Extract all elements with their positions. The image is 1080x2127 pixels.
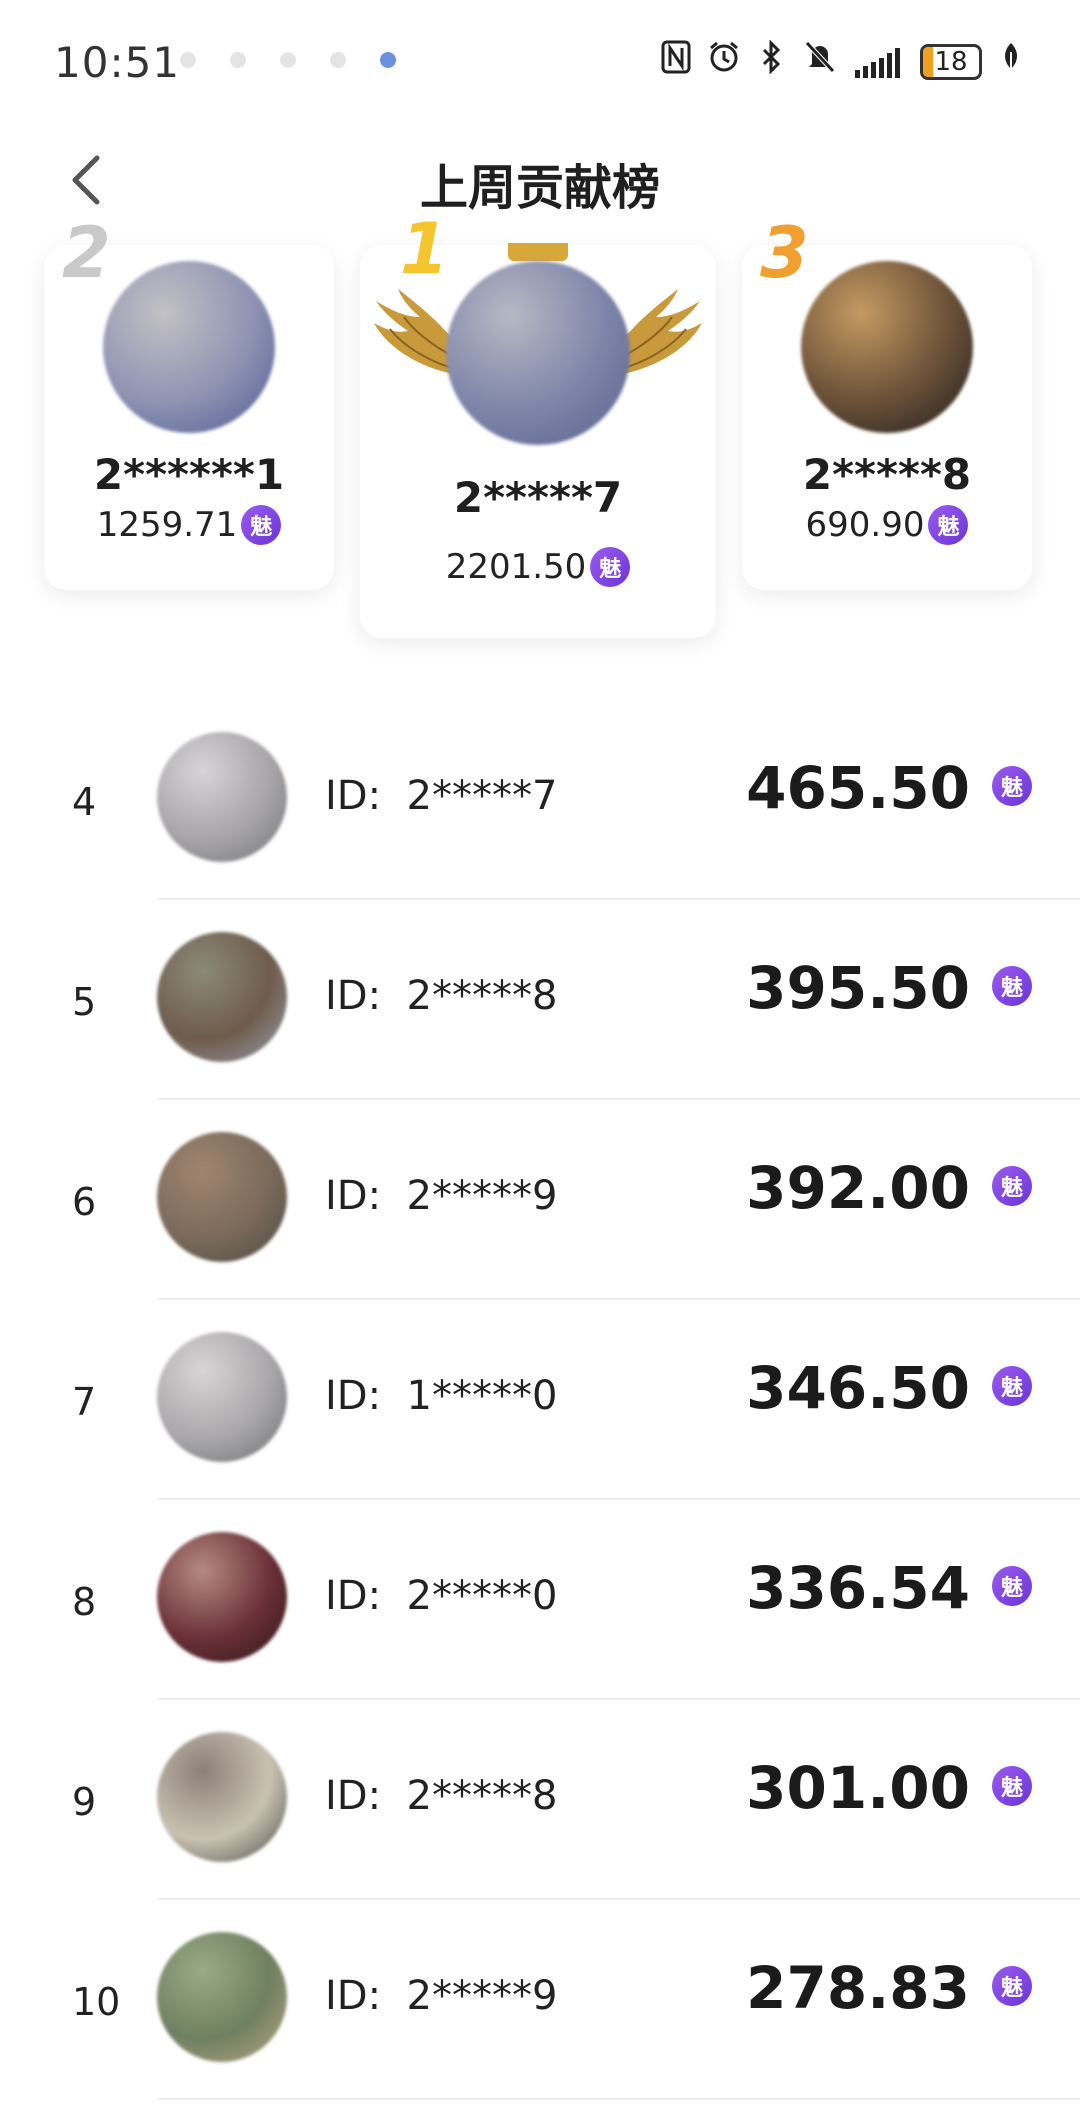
crown-icon xyxy=(508,243,568,261)
score: 301.00 xyxy=(746,1754,970,1822)
avatar[interactable] xyxy=(157,932,287,1062)
score: 395.50 xyxy=(746,954,970,1022)
status-bar: 10:51 18 xyxy=(0,0,1080,120)
user-id: ID: 2*****7 xyxy=(325,773,558,819)
charm-coin-icon: 魅 xyxy=(992,1766,1032,1806)
charm-coin-icon: 魅 xyxy=(992,966,1032,1006)
rank-number: 10 xyxy=(72,1980,121,2024)
notification-dot-icon xyxy=(230,52,246,68)
user-id: ID: 2*****9 xyxy=(325,1973,558,2019)
notification-dot-icon xyxy=(280,52,296,68)
list-item[interactable]: 7 ID: 1*****0 346.50 魅 xyxy=(0,1300,1080,1500)
avatar[interactable] xyxy=(157,1532,287,1662)
podium-username: 2******1 xyxy=(93,450,285,499)
podium-score-row: 1259.71 魅 xyxy=(44,505,334,545)
rank-number: 4 xyxy=(72,780,97,824)
podium-username: 2*****8 xyxy=(802,450,972,499)
podium-score-row: 2201.50 魅 xyxy=(360,547,716,587)
list-item[interactable]: 5 ID: 2*****8 395.50 魅 xyxy=(0,900,1080,1100)
avatar[interactable] xyxy=(801,261,973,433)
podium: 2 2******1 1259.71 魅 1 2*****7 2201.50 魅… xyxy=(0,214,1080,645)
signal-icon xyxy=(855,46,900,78)
user-id: ID: 2*****8 xyxy=(325,1773,558,1819)
charm-coin-icon: 魅 xyxy=(241,505,282,545)
app-header: 上周贡献榜 xyxy=(0,120,1080,240)
user-id: ID: 2*****0 xyxy=(325,1573,558,1619)
score: 392.00 xyxy=(746,1154,970,1222)
avatar[interactable] xyxy=(157,732,287,862)
user-id: ID: 1*****0 xyxy=(325,1373,558,1419)
charm-coin-icon: 魅 xyxy=(590,547,631,587)
podium-score: 690.90 xyxy=(805,505,925,545)
score: 346.50 xyxy=(746,1354,970,1422)
podium-card-rank-1[interactable]: 1 2*****7 2201.50 魅 xyxy=(360,214,716,638)
avatar[interactable] xyxy=(157,1932,287,2062)
podium-username: 2*****7 xyxy=(453,473,623,522)
avatar[interactable] xyxy=(446,261,630,445)
score: 278.83 xyxy=(746,1954,970,2022)
mute-icon xyxy=(801,40,839,83)
bluetooth-icon xyxy=(753,39,791,83)
user-id: ID: 2*****8 xyxy=(325,973,558,1019)
podium-score: 1259.71 xyxy=(96,505,238,545)
podium-score: 2201.50 xyxy=(445,547,587,587)
score: 336.54 xyxy=(746,1554,970,1622)
score: 465.50 xyxy=(746,754,970,822)
divider xyxy=(158,2098,1080,2100)
ranking-list: 4 ID: 2*****7 465.50 魅 5 ID: 2*****8 395… xyxy=(0,700,1080,2100)
charm-coin-icon: 魅 xyxy=(992,1166,1032,1206)
charm-coin-icon: 魅 xyxy=(992,1966,1032,2006)
rank-number: 9 xyxy=(72,1780,97,1824)
avatar[interactable] xyxy=(103,261,275,433)
charm-coin-icon: 魅 xyxy=(928,505,969,545)
rank-badge: 1 xyxy=(400,208,449,290)
podium-card-rank-2[interactable]: 2 2******1 1259.71 魅 xyxy=(44,218,334,590)
rank-number: 7 xyxy=(72,1380,97,1424)
status-icons: 18 xyxy=(657,39,1030,83)
charm-coin-icon: 魅 xyxy=(992,1366,1032,1406)
avatar[interactable] xyxy=(157,1732,287,1862)
notification-icons xyxy=(180,52,396,68)
nfc-icon xyxy=(657,40,695,83)
list-item[interactable]: 8 ID: 2*****0 336.54 魅 xyxy=(0,1500,1080,1700)
page-title: 上周贡献榜 xyxy=(419,160,660,216)
battery-level: 18 xyxy=(934,46,968,77)
list-item[interactable]: 4 ID: 2*****7 465.50 魅 xyxy=(0,700,1080,900)
list-item[interactable]: 6 ID: 2*****9 392.00 魅 xyxy=(0,1100,1080,1300)
notification-dot-icon xyxy=(380,52,396,68)
list-item[interactable]: 10 ID: 2*****9 278.83 魅 xyxy=(0,1900,1080,2100)
podium-card-rank-3[interactable]: 3 2*****8 690.90 魅 xyxy=(742,218,1032,590)
rank-badge: 3 xyxy=(760,212,809,294)
rank-number: 6 xyxy=(72,1180,97,1224)
avatar[interactable] xyxy=(157,1332,287,1462)
charm-coin-icon: 魅 xyxy=(992,766,1032,806)
rank-badge: 2 xyxy=(62,212,111,294)
battery-icon: 18 xyxy=(920,43,982,80)
list-item[interactable]: 9 ID: 2*****8 301.00 魅 xyxy=(0,1700,1080,1900)
alarm-icon xyxy=(705,40,743,83)
avatar[interactable] xyxy=(157,1132,287,1262)
rank-number: 8 xyxy=(72,1580,97,1624)
leaf-icon xyxy=(992,40,1030,83)
status-time: 10:51 xyxy=(54,38,181,87)
podium-score-row: 690.90 魅 xyxy=(742,505,1032,545)
rank-number: 5 xyxy=(72,980,97,1024)
user-id: ID: 2*****9 xyxy=(325,1173,558,1219)
charm-coin-icon: 魅 xyxy=(992,1566,1032,1606)
notification-dot-icon xyxy=(180,52,196,68)
notification-dot-icon xyxy=(330,52,346,68)
